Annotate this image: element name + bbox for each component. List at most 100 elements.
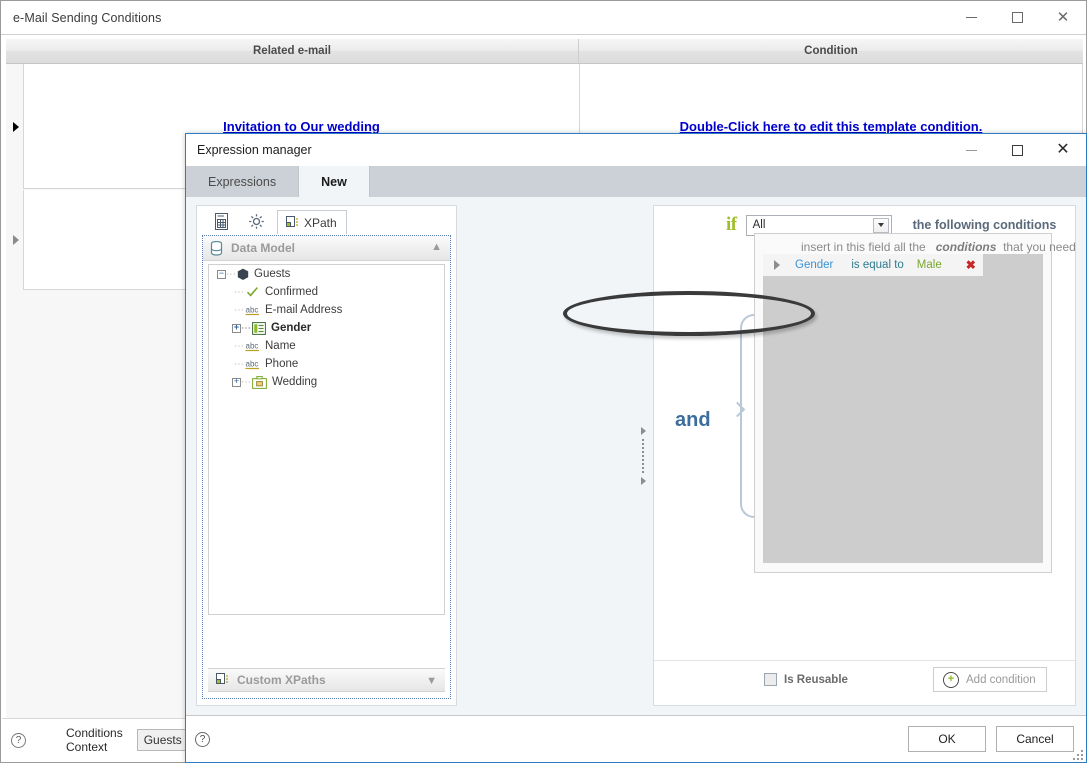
is-reusable-checkbox[interactable]: [764, 673, 777, 686]
tree-item-label: Phone: [265, 358, 299, 370]
svg-text:abc: abc: [246, 342, 259, 351]
close-icon: ✕: [1056, 141, 1070, 158]
tree-item-label: Wedding: [272, 376, 318, 388]
tab-expressions[interactable]: Expressions: [186, 166, 298, 197]
conditions-context-label: Conditions Context: [66, 726, 123, 754]
tree-line: ⋯: [241, 376, 252, 388]
condition-value[interactable]: Male: [917, 259, 942, 271]
expression-editor-footer: Is Reusable + Add condition: [654, 660, 1075, 705]
custom-xpaths-header[interactable]: Custom XPaths ▼: [208, 668, 445, 692]
conditions-hint-part1: insert in this field all the: [801, 240, 926, 254]
screen-root: e-Mail Sending Conditions ✕ Related e-ma…: [0, 0, 1087, 763]
tree-item-gender[interactable]: + ⋯ Gender: [209, 319, 444, 337]
tree-line: ⋯: [234, 286, 245, 298]
minimize-button[interactable]: [948, 1, 994, 34]
settings-button[interactable]: [239, 208, 273, 234]
condition-row[interactable]: Gender is equal to Male ✖: [763, 254, 983, 276]
collapse-left-icon[interactable]: [640, 426, 646, 435]
column-header-condition[interactable]: Condition: [579, 39, 1083, 63]
tab-new[interactable]: New: [298, 166, 370, 197]
tree-item-label: Guests: [254, 268, 291, 280]
panel-splitter[interactable]: [638, 205, 648, 706]
dialog-buttons: OK Cancel: [908, 726, 1074, 752]
tree-item-guests[interactable]: − ⋯ Guests: [209, 265, 444, 283]
if-keyword: if: [726, 214, 737, 235]
folder-icon: [252, 375, 267, 389]
parent-window-title: e-Mail Sending Conditions: [13, 10, 162, 25]
svg-text:abc: abc: [246, 306, 259, 315]
abc-icon: abc: [245, 342, 259, 352]
condition-link[interactable]: Double-Click here to edit this template …: [680, 119, 983, 134]
maximize-button[interactable]: [994, 1, 1040, 34]
is-reusable-control[interactable]: Is Reusable: [764, 673, 848, 686]
abc-icon: abc: [245, 360, 259, 370]
left-panel-toolbar: XPath: [197, 206, 456, 234]
parent-window-controls: ✕: [948, 1, 1086, 34]
cancel-button[interactable]: Cancel: [996, 726, 1074, 752]
conditions-context-label-line2: Context: [66, 740, 108, 754]
tree-line: ⋯: [226, 268, 237, 280]
chevron-down-icon: [877, 223, 884, 227]
tree-item-wedding[interactable]: + ⋯ Wedding: [209, 373, 444, 391]
ok-button[interactable]: OK: [908, 726, 986, 752]
tree-line: ⋯: [241, 322, 252, 334]
conditions-dropzone[interactable]: Gender is equal to Male ✖: [763, 254, 1043, 563]
condition-field[interactable]: Gender: [795, 259, 833, 271]
titlebar-divider: [1, 34, 1086, 35]
condition-operator[interactable]: is equal to: [851, 259, 903, 271]
if-tail-text: the following conditions: [912, 218, 1057, 232]
conditions-container: insert in this field all the conditions …: [754, 233, 1076, 573]
column-header-related-email[interactable]: Related e-mail: [6, 39, 579, 63]
data-model-title: Data Model: [231, 241, 296, 255]
chevron-up-icon[interactable]: ▲: [431, 241, 442, 253]
tree-item-name[interactable]: ⋯ abc Name: [209, 337, 444, 355]
tree-line: ⋯: [234, 340, 245, 352]
data-model-tree[interactable]: − ⋯ Guests ⋯ Confirmed ⋯ abc E-mail Addr…: [208, 264, 445, 615]
and-operator-label: and: [675, 409, 711, 431]
abc-icon: abc: [245, 306, 259, 316]
dialog-help-icon[interactable]: ?: [195, 731, 210, 747]
collapse-right-icon[interactable]: [640, 476, 646, 485]
dropdown-button[interactable]: [872, 217, 889, 233]
add-condition-button[interactable]: + Add condition: [933, 667, 1047, 692]
tree-item-phone[interactable]: ⋯ abc Phone: [209, 355, 444, 373]
conditions-context-value: Guests: [143, 733, 182, 747]
xpath-tab-label: XPath: [304, 215, 337, 230]
close-icon: ✕: [1056, 9, 1070, 26]
maximize-icon: [1011, 12, 1023, 23]
tab-xpath[interactable]: XPath: [277, 210, 347, 234]
conditions-hint: insert in this field all the conditions …: [801, 240, 1076, 254]
dialog-maximize-button[interactable]: [994, 134, 1040, 166]
expand-condition-icon[interactable]: [774, 260, 780, 270]
expand-triangle-icon: [13, 235, 19, 245]
collapse-toggle-icon[interactable]: −: [217, 269, 226, 279]
delete-condition-icon[interactable]: ✖: [966, 258, 976, 272]
tree-item-label: Confirmed: [265, 286, 319, 298]
database-icon: [210, 240, 223, 256]
dialog-close-button[interactable]: ✕: [1040, 134, 1086, 166]
splitter-grip[interactable]: [642, 438, 644, 473]
close-button[interactable]: ✕: [1040, 1, 1086, 34]
enumeration-icon: [252, 321, 266, 335]
expand-toggle-icon[interactable]: +: [232, 323, 241, 333]
document-structure-button[interactable]: [205, 208, 239, 234]
data-model-panel: XPath Data Model ▲ − ⋯ Guests ⋯ Confirme…: [196, 205, 457, 706]
expression-manager-dialog: Expression manager ✕ Expressions New XPa…: [185, 133, 1087, 763]
tree-line: ⋯: [234, 358, 245, 370]
is-reusable-label: Is Reusable: [784, 673, 848, 686]
data-model-header[interactable]: Data Model ▲: [203, 236, 450, 261]
plus-circle-icon: +: [943, 671, 959, 688]
chevron-down-icon[interactable]: ▼: [426, 675, 437, 687]
xpath-icon: [216, 673, 228, 684]
help-icon[interactable]: ?: [11, 732, 26, 748]
maximize-icon: [1011, 144, 1023, 156]
tree-item-confirmed[interactable]: ⋯ Confirmed: [209, 283, 444, 301]
parent-titlebar: e-Mail Sending Conditions ✕: [1, 1, 1086, 34]
expand-toggle-icon[interactable]: +: [232, 377, 241, 387]
dialog-minimize-button[interactable]: [948, 134, 994, 166]
related-email-link[interactable]: Invitation to Our wedding: [223, 119, 380, 134]
tree-item-email-address[interactable]: ⋯ abc E-mail Address: [209, 301, 444, 319]
resize-grip[interactable]: [1071, 748, 1083, 760]
add-condition-label: Add condition: [966, 673, 1036, 686]
minimize-icon: [965, 17, 977, 18]
